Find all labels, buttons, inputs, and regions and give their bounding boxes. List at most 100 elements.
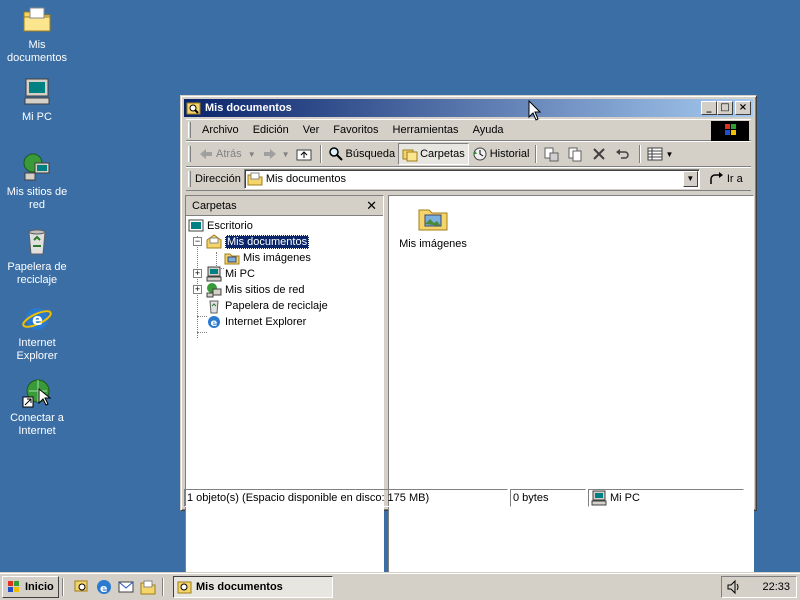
- collapse-toggle[interactable]: −: [193, 237, 202, 246]
- internet-explorer-icon: e: [21, 302, 53, 334]
- toolbar-grip[interactable]: [188, 122, 191, 138]
- expand-toggle[interactable]: +: [193, 285, 202, 294]
- move-to-button[interactable]: [540, 143, 564, 165]
- folder-tree: Escritorio − Mis documentos Mis imágenes…: [186, 216, 383, 338]
- computer-icon: [206, 266, 222, 282]
- folders-pane-title: Carpetas: [192, 199, 237, 212]
- desktop-icon: [188, 218, 204, 234]
- close-button[interactable]: ×: [735, 101, 751, 115]
- toolbar-grip[interactable]: [188, 171, 191, 187]
- task-button-mis-documentos[interactable]: Mis documentos: [173, 575, 333, 598]
- address-dropdown-button[interactable]: ▼: [682, 171, 698, 187]
- tree-item-internet-explorer[interactable]: e Internet Explorer: [206, 314, 306, 330]
- tree-item-label: Internet Explorer: [225, 316, 307, 328]
- tree-item-escritorio[interactable]: Escritorio: [188, 218, 253, 234]
- menu-favoritos[interactable]: Favoritos: [326, 124, 385, 136]
- forward-button[interactable]: ▼: [259, 143, 293, 165]
- search-icon: [328, 146, 344, 162]
- menu-edicion[interactable]: Edición: [246, 124, 296, 136]
- back-button[interactable]: Atrás ▼: [195, 143, 259, 165]
- standard-toolbar: Atrás ▼ ▼ Búsqueda Carpetas Historial ▼: [186, 141, 751, 167]
- svg-text:e: e: [100, 582, 107, 595]
- tree-item-label: Mis imágenes: [243, 252, 311, 264]
- close-pane-icon[interactable]: ✕: [366, 198, 377, 214]
- internet-explorer-icon[interactable]: e: [95, 578, 113, 596]
- folders-label: Carpetas: [420, 148, 465, 160]
- desktop-icon-conectar-internet[interactable]: Conectar a Internet: [0, 377, 74, 438]
- maximize-button[interactable]: □: [717, 101, 733, 115]
- folders-pane-header: Carpetas ✕: [186, 196, 383, 216]
- status-location: Mi PC: [588, 489, 744, 507]
- forward-dropdown-icon[interactable]: ▼: [282, 150, 290, 159]
- search-label: Búsqueda: [345, 148, 396, 160]
- copy-to-button[interactable]: [564, 143, 588, 165]
- network-icon: [206, 282, 222, 298]
- back-arrow-icon: [198, 146, 214, 162]
- menu-herramientas[interactable]: Herramientas: [386, 124, 466, 136]
- show-desktop-icon[interactable]: [73, 578, 91, 596]
- folder-search-icon: [186, 100, 202, 116]
- up-button[interactable]: [293, 143, 317, 165]
- desktop-icon-label: Mi PC: [22, 111, 52, 123]
- menu-ver[interactable]: Ver: [296, 124, 327, 136]
- expand-toggle[interactable]: +: [193, 269, 202, 278]
- network-icon: [21, 151, 53, 183]
- delete-button[interactable]: [588, 143, 612, 165]
- search-button[interactable]: Búsqueda: [325, 143, 399, 165]
- file-list-pane[interactable]: Mis imágenes: [388, 195, 754, 583]
- windows-logo-icon: [6, 579, 22, 595]
- tree-item-mi-pc[interactable]: Mi PC: [206, 266, 255, 282]
- desktop-icon-mis-sitios-de-red[interactable]: Mis sitios de red: [0, 151, 74, 212]
- folders-pane: Carpetas ✕ Escritorio − Mis documentos M…: [185, 195, 384, 583]
- folder-documents-icon: [21, 4, 53, 36]
- taskbar: Inicio e Mis documentos 22:33: [0, 572, 800, 600]
- status-size: 0 bytes: [510, 489, 586, 507]
- views-button[interactable]: ▼: [644, 143, 676, 165]
- connect-internet-icon: [21, 377, 53, 409]
- tree-item-label: Papelera de reciclaje: [225, 300, 328, 312]
- menu-archivo[interactable]: Archivo: [195, 124, 246, 136]
- folder-documents-icon: [247, 171, 263, 187]
- menu-ayuda[interactable]: Ayuda: [466, 124, 511, 136]
- minimize-button[interactable]: _: [701, 101, 717, 115]
- desktop-icon-internet-explorer[interactable]: e Internet Explorer: [0, 302, 74, 363]
- toolbar-grip[interactable]: [188, 146, 191, 162]
- status-bar: 1 objeto(s) (Espacio disponible en disco…: [184, 489, 753, 509]
- folder-pictures-icon: [417, 202, 449, 234]
- file-item-mis-imagenes[interactable]: Mis imágenes: [395, 202, 471, 250]
- clock[interactable]: 22:33: [762, 581, 790, 593]
- tree-item-mis-sitios-de-red[interactable]: Mis sitios de red: [206, 282, 304, 298]
- folder-documents-icon[interactable]: [139, 578, 157, 596]
- recycle-bin-icon: [206, 298, 222, 314]
- desktop-icon-mis-documentos[interactable]: Mis documentos: [0, 4, 74, 65]
- internet-explorer-icon: e: [206, 314, 222, 330]
- title-bar[interactable]: Mis documentos _ □ ×: [184, 99, 753, 117]
- toolbar-separator: [319, 145, 322, 163]
- tree-item-papelera[interactable]: Papelera de reciclaje: [206, 298, 328, 314]
- system-tray: 22:33: [721, 576, 797, 598]
- address-value: Mis documentos: [265, 173, 346, 185]
- outlook-express-icon[interactable]: [117, 578, 135, 596]
- address-input[interactable]: Mis documentos ▼: [243, 169, 700, 189]
- desktop-icon-papelera[interactable]: Papelera de reciclaje: [0, 226, 74, 287]
- history-icon: [472, 146, 488, 162]
- tree-item-mis-imagenes[interactable]: Mis imágenes: [224, 250, 311, 266]
- task-button-label: Mis documentos: [196, 580, 283, 593]
- desktop-icon-label: Conectar a Internet: [10, 412, 64, 437]
- undo-button[interactable]: [612, 143, 636, 165]
- file-item-label: Mis imágenes: [399, 238, 467, 250]
- svg-text:e: e: [32, 310, 43, 329]
- desktop-icon-label: Mis documentos: [7, 39, 67, 64]
- volume-icon[interactable]: [726, 579, 742, 595]
- start-button[interactable]: Inicio: [2, 575, 59, 598]
- go-button[interactable]: Ir a: [708, 171, 743, 187]
- undo-icon: [615, 146, 631, 162]
- folder-search-icon: [177, 579, 193, 595]
- desktop-icon-mi-pc[interactable]: Mi PC: [0, 76, 74, 124]
- desktop-icon-label: Mis sitios de red: [6, 186, 68, 211]
- history-button[interactable]: Historial: [469, 143, 533, 165]
- back-dropdown-icon[interactable]: ▼: [248, 150, 256, 159]
- tree-item-mis-documentos[interactable]: Mis documentos: [206, 234, 310, 250]
- folders-button[interactable]: Carpetas: [398, 143, 469, 165]
- tree-item-label: Mi PC: [225, 268, 255, 280]
